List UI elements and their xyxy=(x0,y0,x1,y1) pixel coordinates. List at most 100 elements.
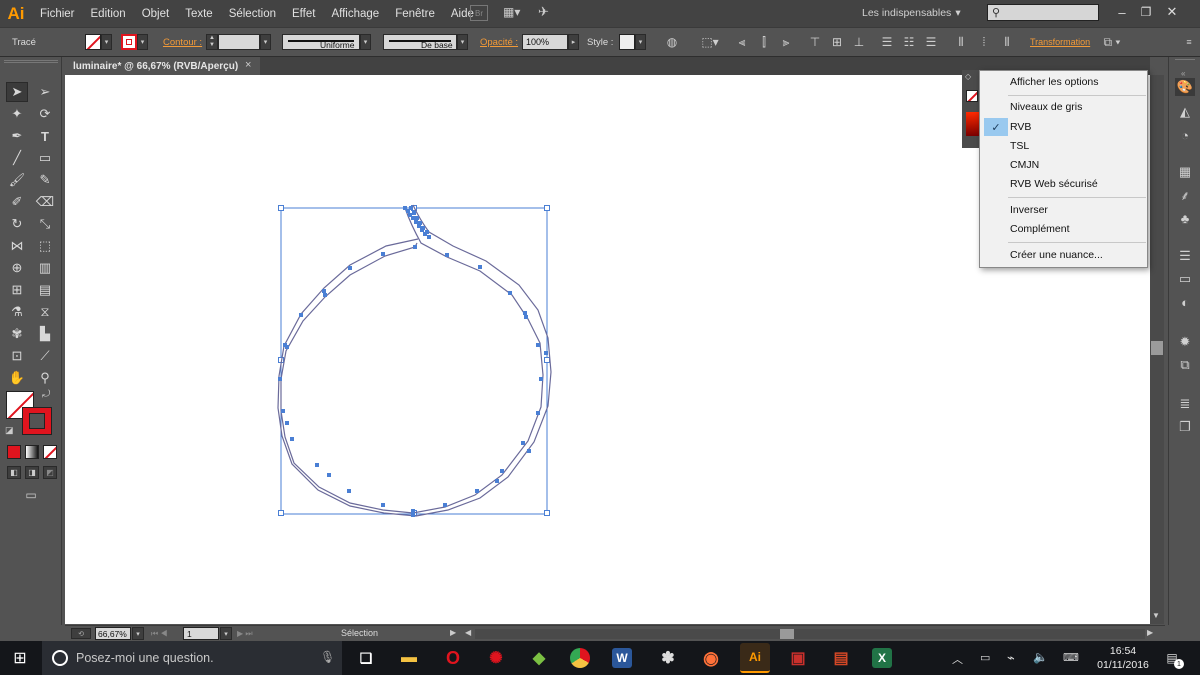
screen-mode-icon[interactable]: ▭ xyxy=(20,487,42,503)
perspective-grid-tool-icon[interactable]: ▥ xyxy=(34,258,56,278)
opacity-field[interactable]: 100% ▸ xyxy=(522,33,579,51)
menu-item-hsb[interactable]: TSL xyxy=(1010,137,1029,155)
slice-tool-icon[interactable]: ⟋ xyxy=(34,346,56,366)
draw-normal-icon[interactable]: ◧ xyxy=(7,466,21,479)
default-colors-icon[interactable]: ◪ xyxy=(5,425,17,437)
pencil-tool-icon[interactable]: ✎ xyxy=(34,170,56,190)
scrollbar-thumb[interactable] xyxy=(1151,341,1163,355)
stroke-weight-value[interactable] xyxy=(218,34,260,50)
brushes-icon[interactable]: ⸙ xyxy=(1175,186,1195,204)
recolor-artwork-icon[interactable]: ◍ xyxy=(664,33,680,51)
scroll-left-icon[interactable]: ◀ xyxy=(465,628,475,639)
free-transform-tool-icon[interactable]: ⬚ xyxy=(34,236,56,256)
transparency-icon[interactable]: ◐ xyxy=(1175,293,1195,311)
windows-start-icon[interactable]: ⊞ xyxy=(10,648,30,668)
gradient-tool-icon[interactable]: ▤ xyxy=(34,280,56,300)
pen-tool-icon[interactable]: ✒ xyxy=(6,126,28,146)
align-hcenter-icon[interactable]: ⫿ xyxy=(757,33,771,51)
menu-affichage[interactable]: Affichage xyxy=(323,0,387,27)
blend-tool-icon[interactable]: ⧖ xyxy=(34,302,56,322)
align-right-icon[interactable]: ⫸ xyxy=(779,33,793,51)
opacity-value[interactable]: 100% xyxy=(522,34,568,50)
maximize-button[interactable]: ❐ xyxy=(1136,3,1156,21)
chevron-down-icon[interactable]: ▾ xyxy=(220,627,232,640)
menu-item-grayscale[interactable]: Niveaux de gris xyxy=(1010,98,1082,116)
draw-inside-icon[interactable]: ◩ xyxy=(43,466,57,479)
swap-fill-stroke-icon[interactable]: ⤾ xyxy=(42,389,54,401)
hand-tool-icon[interactable]: ✋ xyxy=(6,368,28,388)
zoom-tool-icon[interactable]: ⚲ xyxy=(34,368,56,388)
chrome-icon[interactable] xyxy=(570,648,590,668)
transform-link[interactable]: Transformation xyxy=(1030,33,1090,51)
blob-brush-tool-icon[interactable]: ✐ xyxy=(6,192,28,212)
ccleaner-icon[interactable]: ◆ xyxy=(527,646,551,670)
close-tab-icon[interactable]: × xyxy=(245,59,251,71)
dock-expand-icon[interactable]: « xyxy=(1181,69,1195,78)
menu-fichier[interactable]: Fichier xyxy=(32,0,83,27)
illustrator-taskbar-icon[interactable]: Ai xyxy=(740,643,770,673)
menu-objet[interactable]: Objet xyxy=(134,0,178,27)
gradient-mode-icon[interactable] xyxy=(25,445,39,459)
fill-none-icon[interactable] xyxy=(966,90,978,102)
paint-icon[interactable]: ✽ xyxy=(656,646,680,670)
variable-width-profile[interactable]: Uniforme ▾ xyxy=(282,33,371,51)
stroke-panel-icon[interactable]: ☰ xyxy=(1175,247,1195,265)
shape-builder-tool-icon[interactable]: ⊕ xyxy=(6,258,28,278)
horizontal-scrollbar[interactable] xyxy=(475,629,1145,639)
zoom-value[interactable]: 66,67% xyxy=(95,627,131,640)
distribute-right-icon[interactable]: ⦀ xyxy=(1000,33,1014,51)
type-tool-icon[interactable]: T xyxy=(34,126,56,146)
brush-definition[interactable]: De base ▾ xyxy=(383,33,468,51)
swatches-icon[interactable]: ▦ xyxy=(1175,163,1195,181)
arrange-documents-icon[interactable]: ▦▾ xyxy=(503,5,525,21)
excel-icon[interactable]: X xyxy=(872,648,892,668)
fill-swatch[interactable]: ▾ xyxy=(85,33,112,51)
stroke-swatch[interactable]: ▾ xyxy=(121,33,148,51)
graphic-styles-icon[interactable]: ⧉ xyxy=(1175,356,1195,374)
menu-effet[interactable]: Effet xyxy=(284,0,323,27)
layers-icon[interactable]: ≣ xyxy=(1175,395,1195,413)
menu-item-complement[interactable]: Complément xyxy=(1010,220,1070,238)
bounding-box-handles[interactable] xyxy=(278,205,550,516)
draw-behind-icon[interactable]: ◨ xyxy=(25,466,39,479)
eyedropper-tool-icon[interactable]: ⚗ xyxy=(6,302,28,322)
scale-tool-icon[interactable]: ⤡ xyxy=(34,214,56,234)
chevron-right-icon[interactable]: ▶ xyxy=(450,628,460,639)
graphic-style-swatch[interactable]: ▾ xyxy=(619,33,646,51)
close-window-button[interactable]: ✕ xyxy=(1162,3,1182,21)
color-guide-icon[interactable]: ◭ xyxy=(1175,103,1195,121)
selection-tool-icon[interactable]: ➤ xyxy=(6,82,28,102)
stroke-weight-field[interactable]: ▲ ▼ ▾ xyxy=(206,33,271,51)
menu-item-show-options[interactable]: Afficher les options xyxy=(1010,73,1099,91)
menu-item-rgb[interactable]: RVB xyxy=(1010,118,1031,136)
line-tool-icon[interactable]: ╱ xyxy=(6,148,28,168)
bridge-icon[interactable]: Br xyxy=(470,5,488,21)
rectangle-tool-icon[interactable]: ▭ xyxy=(34,148,56,168)
chevron-down-icon[interactable]: ▾ xyxy=(132,627,144,640)
appearance-icon[interactable]: ✹ xyxy=(1175,333,1195,351)
align-to-icon[interactable]: ⬚▾ xyxy=(699,33,721,51)
scroll-right-icon[interactable]: ▶ xyxy=(1147,628,1157,639)
toolbox-grip[interactable] xyxy=(4,60,58,63)
photo-app-icon[interactable]: ✺ xyxy=(484,646,508,670)
tray-chevron-up-icon[interactable]: ︿ xyxy=(952,651,963,667)
system-clock[interactable]: 16:54 01/11/2016 xyxy=(1093,644,1153,672)
opacity-link[interactable]: Opacité : xyxy=(480,33,518,51)
paintbrush-tool-icon[interactable]: 🖌 xyxy=(6,170,28,190)
color-mode-icon[interactable] xyxy=(7,445,21,459)
file-explorer-icon[interactable]: ▬ xyxy=(397,646,421,670)
eraser-tool-icon[interactable]: ⌫ xyxy=(34,192,56,212)
direct-selection-tool-icon[interactable]: ➢ xyxy=(34,82,56,102)
width-tool-icon[interactable]: ⋈ xyxy=(6,236,28,256)
document-tab[interactable]: luminaire* @ 66,67% (RVB/Aperçu) × xyxy=(65,57,260,75)
workspace-switcher[interactable]: Les indispensables ▾ xyxy=(862,5,972,21)
network-icon[interactable]: ⌁ xyxy=(1007,650,1015,666)
panel-menu-icon[interactable]: ≡ xyxy=(1184,33,1194,51)
opera-icon[interactable]: O xyxy=(441,646,465,670)
menu-item-cmyk[interactable]: CMJN xyxy=(1010,156,1039,174)
scrollbar-thumb[interactable] xyxy=(780,629,794,639)
microphone-icon[interactable]: 🎙 xyxy=(320,650,335,664)
menu-selection[interactable]: Sélection xyxy=(221,0,284,27)
dock-grip[interactable] xyxy=(1175,59,1195,63)
help-search-input[interactable]: ⚲ xyxy=(987,4,1099,21)
